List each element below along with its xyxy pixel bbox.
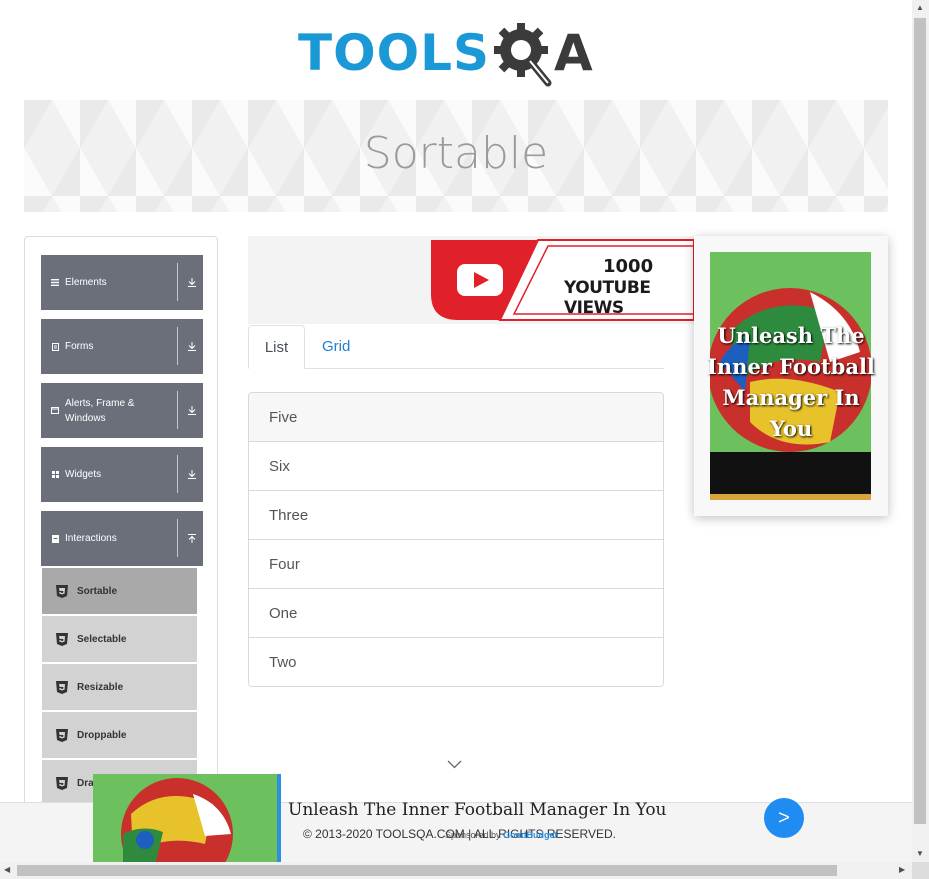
left-sidebar: Elements Forms Alerts, Frame & Windows W… — [24, 236, 218, 838]
sidebar-item-selectable[interactable]: Selectable — [42, 616, 197, 662]
tab-list[interactable]: List — [248, 325, 305, 369]
divider — [177, 519, 178, 557]
sidebar-group-label: Alerts, Frame & Windows — [65, 397, 135, 424]
logo-text-a: A — [554, 24, 593, 82]
scroll-right-arrow-icon[interactable]: ▶ — [899, 866, 905, 874]
sidebar-item-resizable[interactable]: Resizable — [42, 664, 197, 710]
interaction-icon — [51, 534, 59, 543]
list-item[interactable]: One — [249, 588, 663, 637]
sponsor-name[interactable]: GoodBudget — [503, 830, 558, 840]
form-icon — [51, 342, 59, 351]
sortable-list: Five Six Three Four One Two — [248, 392, 664, 687]
grid-icon — [51, 471, 59, 479]
page-title: Sortable — [363, 128, 549, 179]
ad-line-1: 1000 — [603, 256, 654, 277]
html5-icon — [56, 584, 68, 598]
ad-line-2: YOUTUBE VIEWS — [564, 278, 651, 318]
gear-q-icon — [494, 23, 552, 87]
download-arrow-icon — [181, 447, 203, 502]
sidebar-item-sortable[interactable]: Sortable — [42, 568, 197, 614]
upload-arrow-icon — [181, 511, 203, 566]
divider — [177, 455, 178, 493]
sidebar-group-label: Forms — [65, 341, 94, 352]
youtube-views-ad[interactable]: 1000 YOUTUBE VIEWS — [248, 236, 694, 324]
football-side-ad[interactable]: Unleash The Inner Football Manager In Yo… — [694, 236, 888, 516]
list-item[interactable]: Three — [249, 490, 663, 539]
scroll-left-arrow-icon[interactable]: ◀ — [4, 866, 10, 874]
scroll-up-arrow-icon[interactable]: ▲ — [916, 4, 924, 12]
divider — [177, 327, 178, 365]
sidebar-item-label: Dra — [77, 777, 94, 789]
sortable-tabs: List Grid — [248, 325, 664, 369]
html5-icon — [56, 632, 68, 646]
list-item[interactable]: Two — [249, 637, 663, 686]
tab-grid[interactable]: Grid — [322, 325, 350, 367]
sponsored-by: Sponsored by GoodBudget — [445, 830, 558, 840]
vertical-scrollbar-thumb[interactable] — [914, 18, 926, 824]
sponsored-prefix: Sponsored by — [445, 830, 501, 840]
sidebar-item-label: Droppable — [77, 729, 127, 741]
ad-go-label: > — [778, 806, 790, 829]
sidebar-group-alerts[interactable]: Alerts, Frame & Windows — [41, 383, 203, 438]
chevron-down-icon[interactable] — [447, 760, 462, 769]
list-item[interactable]: Six — [249, 441, 663, 490]
download-arrow-icon — [181, 319, 203, 374]
divider — [177, 391, 178, 429]
sidebar-item-droppable[interactable]: Droppable — [42, 712, 197, 758]
bottom-ad-image[interactable] — [93, 774, 281, 862]
sidebar-item-label: Resizable — [77, 681, 124, 693]
html5-icon — [56, 728, 68, 742]
download-arrow-icon — [181, 383, 203, 438]
list-item[interactable]: Four — [249, 539, 663, 588]
sidebar-group-forms[interactable]: Forms — [41, 319, 203, 374]
scrollbar-corner — [912, 862, 929, 879]
sidebar-item-label: Sortable — [77, 585, 118, 597]
sidebar-group-elements[interactable]: Elements — [41, 255, 203, 310]
logo-text-tools: TOOLS — [298, 24, 490, 82]
sidebar-group-label: Interactions — [65, 533, 117, 544]
horizontal-scrollbar-thumb[interactable] — [17, 865, 837, 876]
html5-icon — [56, 680, 68, 694]
divider — [177, 263, 178, 301]
side-ad-headline: Unleash The Inner Football Manager In Yo… — [707, 323, 875, 441]
sidebar-group-widgets[interactable]: Widgets — [41, 447, 203, 502]
page-banner: Sortable — [24, 100, 888, 212]
sidebar-item-label: Selectable — [77, 633, 127, 645]
list-item[interactable]: Five — [249, 393, 663, 441]
download-arrow-icon — [181, 255, 203, 310]
hamburger-icon — [51, 279, 59, 287]
scroll-down-arrow-icon[interactable]: ▼ — [916, 850, 924, 858]
html5-icon — [56, 776, 68, 790]
football-graphic — [121, 778, 233, 862]
sidebar-group-label: Elements — [65, 277, 107, 288]
ad-go-button[interactable]: > — [764, 798, 804, 838]
sidebar-group-label: Widgets — [65, 469, 102, 480]
window-icon — [51, 407, 59, 415]
bottom-ad-headline[interactable]: Unleash The Inner Football Manager In Yo… — [288, 800, 667, 820]
toolsqa-logo[interactable]: TOOLS A — [298, 16, 593, 90]
sidebar-group-interactions[interactable]: Interactions — [41, 511, 203, 566]
